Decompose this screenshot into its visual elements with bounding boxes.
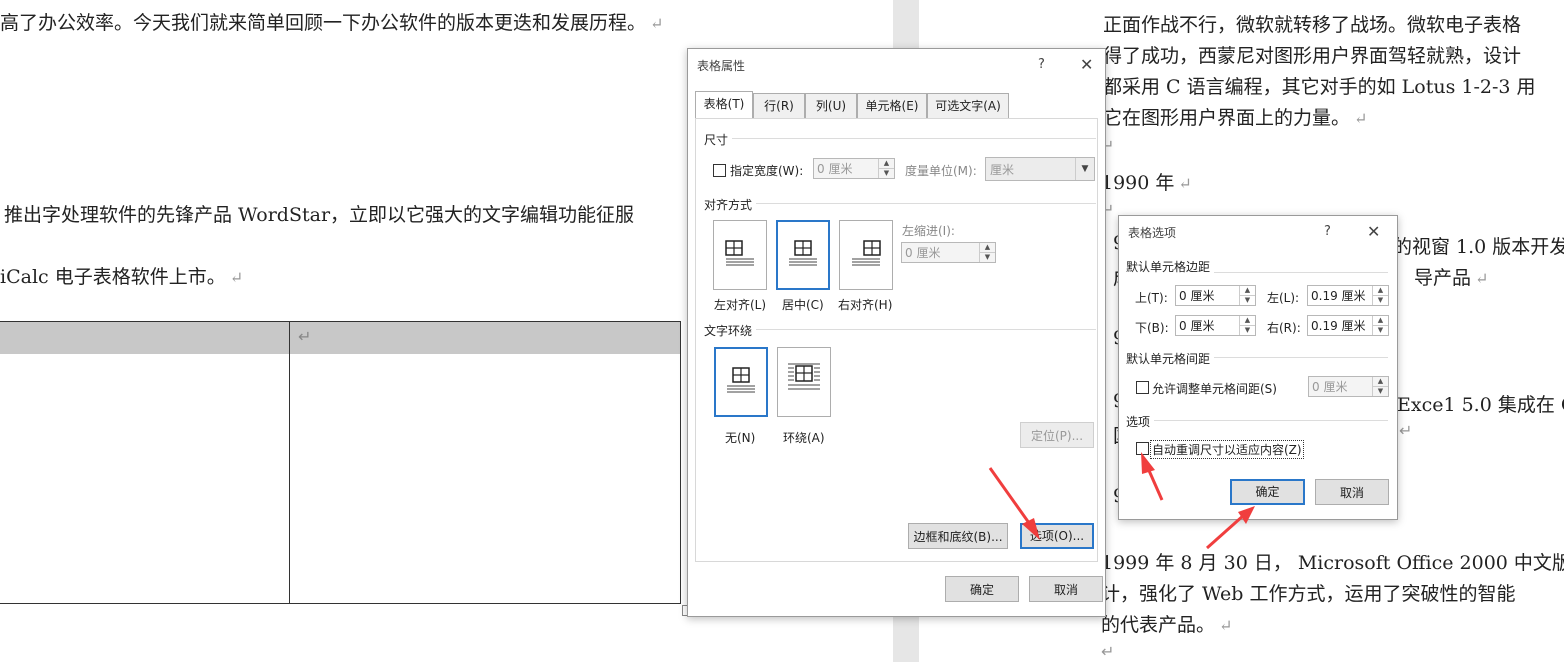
- arrow-to-options-icon: [988, 467, 1040, 540]
- arrow-to-ok-icon: [1206, 506, 1255, 550]
- annotation-arrows: [988, 452, 1255, 550]
- arrow-to-autofit-icon: [1141, 452, 1164, 501]
